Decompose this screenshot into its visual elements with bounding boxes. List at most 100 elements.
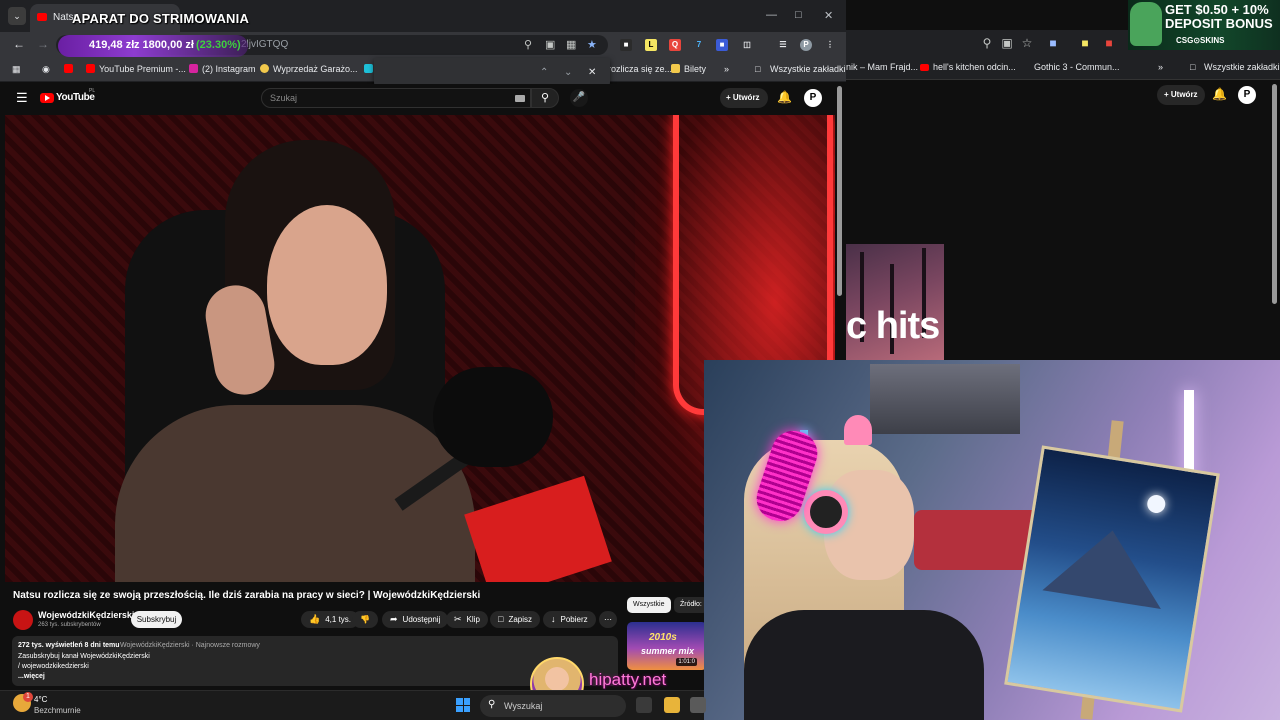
close-icon[interactable]: ✕ [588,67,596,78]
save-label: Zapisz [508,615,532,624]
clip-button[interactable]: ✂ Klip [446,611,488,628]
bookmark-item[interactable]: Wyprzedaż Garażo... [260,64,357,74]
youtube-logo-icon[interactable] [40,93,54,103]
avatar[interactable]: P [804,89,822,107]
bookmark-item[interactable]: Gothic 3 - Commun... [1034,62,1120,72]
extension-icon[interactable]: ■ [1078,36,1092,50]
bookmark-item[interactable]: Bilety [671,64,706,74]
painting-canvas [1004,445,1220,713]
apps-grid-icon[interactable]: ▦ [12,64,21,75]
scrollbar[interactable] [837,86,842,296]
recommended-video-thumbnail[interactable]: 2010s summer mix 1:01:0 [627,622,707,670]
extension-icon[interactable]: Q [669,39,681,51]
bell-icon[interactable]: 🔔 [1212,87,1227,101]
minimize-icon[interactable]: — [766,9,777,21]
guest-face [267,205,387,365]
app-icon[interactable] [690,697,706,713]
profile-avatar[interactable]: P [800,39,812,51]
casino-ad-banner[interactable]: GET $0.50 + 10% DEPOSIT BONUS CSG⊙SKINS [1128,0,1280,50]
overlay-stream-title: APARAT DO STRIMOWANIA [72,11,250,26]
menu-kebab-icon[interactable]: ⋮ [824,39,836,51]
chip-all[interactable]: Wszystkie [627,597,671,613]
task-view-icon[interactable] [636,697,652,713]
star-icon[interactable]: ☆ [1020,36,1034,50]
clip-label: Klip [466,615,480,624]
download-button[interactable]: ↓ Pobierz [543,611,596,628]
media-icon[interactable]: ☰ [777,39,789,51]
save-button[interactable]: □ Zapisz [490,611,540,628]
extension-icon[interactable]: ■ [1102,36,1116,50]
bell-icon[interactable]: 🔔 [777,90,792,104]
extension-icon[interactable]: 7 [693,39,705,51]
star-icon[interactable]: ★ [587,38,597,51]
extension-icon[interactable]: L [645,39,657,51]
weather-temperature[interactable]: 4°C [34,695,47,704]
install-icon[interactable]: ▣ [545,38,555,51]
bookmarks-overflow[interactable]: » [1158,62,1163,72]
scissors-icon: ✂ [454,614,462,624]
bookmark-item[interactable]: rozlicza się ze... [608,64,672,74]
bookmark-icon[interactable]: ◉ [42,64,50,75]
channel-avatar[interactable] [13,610,33,630]
thumbnail-text: c hits [846,305,940,347]
bookmark-label: (2) Instagram [202,64,256,74]
taskbar-search[interactable]: ⚲ Wyszukaj [480,695,626,717]
forward-arrow-icon[interactable]: → [37,37,49,51]
avatar[interactable]: P [1238,86,1256,104]
description-box[interactable]: 272 tys. wyświetleń 8 dni temu Wojewódzk… [12,636,618,686]
search-button[interactable]: ⚲ [531,88,559,108]
create-button[interactable]: + Utwórz [1157,85,1205,105]
dislike-button[interactable]: 👎 [352,611,378,628]
install-icon[interactable]: ▣ [1000,36,1014,50]
mic-icon[interactable]: 🎤 [570,89,588,107]
share-icon: ➦ [390,614,398,624]
all-bookmarks[interactable]: Wszystkie zakładki [1204,62,1280,72]
create-button[interactable]: + Utwórz [720,88,768,108]
maximize-icon[interactable]: □ [795,9,802,21]
donation-goal-widget: 419,48 zł z 1800,00 zł (23.30%) [58,35,248,57]
chevron-down-icon[interactable]: ⌄ [564,67,572,78]
ticket-icon [671,64,680,73]
video-stats: 272 tys. wyświetleń 8 dni temu [18,642,120,649]
back-arrow-icon[interactable]: ← [13,37,25,51]
extensions-puzzle-icon[interactable]: ◫ [741,39,753,51]
chip-source[interactable]: Źródło: [674,597,708,613]
download-label: Pobierz [560,615,588,624]
folder-icon: □ [755,64,761,74]
subscribe-button[interactable]: Subskrybuj [131,611,182,628]
bookmarks-overflow[interactable]: » [724,64,729,74]
instagram-icon [189,64,198,73]
bookmark-item[interactable]: nik – Mam Frajd... [846,62,918,72]
neon-light [1184,390,1194,480]
more-actions-button[interactable]: ⋯ [599,611,617,628]
like-button[interactable]: 👍 4,1 tys. [301,611,360,628]
zoom-icon[interactable]: ⚲ [980,36,994,50]
scrollbar[interactable] [1272,84,1277,304]
headset-icon [804,490,848,534]
share-button[interactable]: ➦ Udostępnij [382,611,449,628]
hamburger-menu-icon[interactable]: ☰ [16,90,28,106]
bookmark-item[interactable]: hell's kitchen odcin... [933,62,1016,72]
bookmark-item[interactable]: YouTube Premium -... [86,64,186,74]
youtube-icon[interactable] [64,64,77,74]
show-more-link[interactable]: ...więcej [18,673,45,680]
channel-name[interactable]: WojewódzkiKędzierski [38,610,134,620]
bookmark-label: Bilety [684,64,707,74]
extension-icon[interactable]: ■ [1046,36,1060,50]
tab-search-button[interactable]: ⌄ [8,7,26,25]
translate-icon[interactable]: ▦ [566,38,576,51]
bookmark-item[interactable]: (2) Instagram [189,64,256,74]
file-explorer-icon[interactable] [664,697,680,713]
all-bookmarks[interactable]: Wszystkie zakładki [770,64,846,74]
extension-icon[interactable]: ■ [620,39,632,51]
close-icon[interactable]: ✕ [824,9,833,22]
weather-condition[interactable]: Bezchmurnie [34,706,81,715]
keyboard-icon[interactable] [515,95,525,102]
windows-start-icon[interactable] [456,698,470,712]
webcam-feed [704,360,1280,720]
extension-icon[interactable]: ■ [716,39,728,51]
search-input[interactable]: Szukaj [261,88,531,108]
chevron-up-icon[interactable]: ⌃ [540,67,548,78]
zoom-icon[interactable]: ⚲ [524,38,532,51]
search-placeholder: Wyszukaj [504,701,543,711]
